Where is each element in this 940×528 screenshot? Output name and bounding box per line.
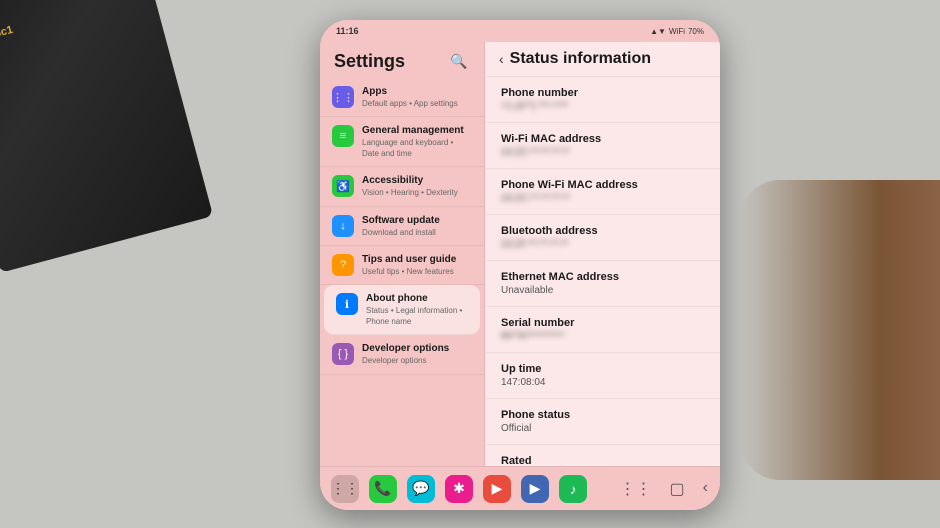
settings-item-icon: ? xyxy=(332,254,354,276)
status-icons: ▲▼ WiFi 70% xyxy=(650,27,704,36)
settings-item-subtitle: Status • Legal information • Phone name xyxy=(366,306,468,327)
settings-item-text: AccessibilityVision • Hearing • Dexterit… xyxy=(362,174,472,198)
settings-item-title: Tips and user guide xyxy=(362,253,472,266)
search-icon[interactable]: 🔍 xyxy=(448,50,470,72)
info-item-label: Ethernet MAC address xyxy=(501,271,704,283)
dock-app-spotify[interactable]: ♪ xyxy=(559,475,587,503)
settings-item-text: General managementLanguage and keyboard … xyxy=(362,124,472,159)
dock-apps: ⋮⋮ 📞 💬 ✱ ▶ ▶ ♪ xyxy=(328,475,590,503)
wifi-icon: WiFi xyxy=(669,27,685,36)
settings-item-text: Developer optionsDeveloper options xyxy=(362,342,472,366)
hand-overlay xyxy=(740,180,940,480)
nav-buttons: ⋮⋮ ▢ ‹ xyxy=(620,479,712,499)
info-item-value: +1 (6**) ***-**** xyxy=(501,101,704,112)
settings-item-apps[interactable]: ⋮⋮ AppsDefault apps • App settings xyxy=(320,78,484,117)
info-item-value: 24:2C:**:**:**:** xyxy=(501,193,704,204)
info-item-value: Unavailable xyxy=(501,285,704,296)
info-item-serial-number: Serial number RF*N********** xyxy=(485,307,720,353)
info-item-up-time: Up time 147:08:04 xyxy=(485,353,720,399)
settings-header: Settings 🔍 xyxy=(320,42,484,78)
info-item-phone-number: Phone number +1 (6**) ***-**** xyxy=(485,77,720,123)
info-item-label: Bluetooth address xyxy=(501,225,704,237)
info-item-ethernet-mac-address: Ethernet MAC address Unavailable xyxy=(485,261,720,307)
phone-device: 11:16 ▲▼ WiFi 70% Settings 🔍 ⋮⋮ AppsDefau… xyxy=(320,20,720,510)
settings-item-text: AppsDefault apps • App settings xyxy=(362,85,472,109)
settings-list: ⋮⋮ AppsDefault apps • App settings ≡ Genera… xyxy=(320,78,484,375)
dock-app-phone[interactable]: 📞 xyxy=(369,475,397,503)
settings-item-icon: ♿ xyxy=(332,175,354,197)
signal-icon: ▲▼ xyxy=(650,27,666,36)
settings-item-subtitle: Download and install xyxy=(362,228,472,238)
settings-item-accessibility[interactable]: ♿ AccessibilityVision • Hearing • Dexteri… xyxy=(320,167,484,206)
info-item-phone-status: Phone status Official xyxy=(485,399,720,445)
info-item-value: 24:2C:**:**:**:** xyxy=(501,147,704,158)
settings-item-text: About phoneStatus • Legal information • … xyxy=(366,292,468,327)
dock-app-video[interactable]: ▶ xyxy=(521,475,549,503)
settings-item-icon: ≡ xyxy=(332,125,354,147)
back-button[interactable]: ‹ xyxy=(499,51,504,67)
nav-home-icon[interactable]: ▢ xyxy=(670,479,685,499)
info-item-label: Phone number xyxy=(501,87,704,99)
info-item-value: 147:08:04 xyxy=(501,377,704,388)
info-item-label: Wi-Fi MAC address xyxy=(501,133,704,145)
settings-item-title: Apps xyxy=(362,85,472,98)
settings-item-subtitle: Developer options xyxy=(362,356,472,366)
settings-item-title: Accessibility xyxy=(362,174,472,187)
settings-item-general-management[interactable]: ≡ General managementLanguage and keyboard… xyxy=(320,117,484,167)
settings-item-text: Software updateDownload and install xyxy=(362,214,472,238)
dock-app-app-grid[interactable]: ⋮⋮ xyxy=(331,475,359,503)
status-bar: 11:16 ▲▼ WiFi 70% xyxy=(320,20,720,42)
info-item-rated: RatedDC 9 V; 2.77 A xyxy=(485,445,720,466)
status-info-panel: ‹ Status information Phone number +1 (6**… xyxy=(485,42,720,466)
info-item-label: Phone Wi-Fi MAC address xyxy=(501,179,704,191)
status-info-title: Status information xyxy=(510,50,651,68)
settings-item-subtitle: Vision • Hearing • Dexterity xyxy=(362,188,472,198)
settings-item-icon: ℹ xyxy=(336,293,358,315)
nav-back-icon[interactable]: ‹ xyxy=(703,479,708,499)
dock-app-messages[interactable]: 💬 xyxy=(407,475,435,503)
settings-panel: Settings 🔍 ⋮⋮ AppsDefault apps • App sett… xyxy=(320,42,485,466)
info-item-bluetooth-address: Bluetooth address 24:2F:**:**:**:** xyxy=(485,215,720,261)
dock-app-youtube[interactable]: ▶ xyxy=(483,475,511,503)
info-item-label: Up time xyxy=(501,363,704,375)
info-item-value: RF*N********** xyxy=(501,331,704,342)
info-item-label: Rated xyxy=(501,455,704,466)
settings-item-developer-options[interactable]: { } Developer optionsDeveloper options xyxy=(320,335,484,374)
info-item-value: 24:2F:**:**:**:** xyxy=(501,239,704,250)
settings-item-subtitle: Default apps • App settings xyxy=(362,99,472,109)
settings-title: Settings xyxy=(334,51,405,72)
status-time: 11:16 xyxy=(336,26,359,36)
nav-grid-icon[interactable]: ⋮⋮ xyxy=(620,479,652,499)
dock-app-bixby[interactable]: ✱ xyxy=(445,475,473,503)
settings-item-title: Software update xyxy=(362,214,472,227)
info-item-wi-fi-mac-address: Wi-Fi MAC address 24:2C:**:**:**:** xyxy=(485,123,720,169)
settings-item-subtitle: Useful tips • New features xyxy=(362,267,472,277)
status-info-header: ‹ Status information xyxy=(485,42,720,77)
settings-item-icon: ⋮⋮ xyxy=(332,86,354,108)
phone-dock: ⋮⋮ 📞 💬 ✱ ▶ ▶ ♪ ⋮⋮ ▢ ‹ xyxy=(320,466,720,510)
settings-item-icon: { } xyxy=(332,343,354,365)
battery-icon: 70% xyxy=(688,27,704,36)
status-info-list: Phone number +1 (6**) ***-**** Wi-Fi MAC a… xyxy=(485,77,720,466)
settings-item-text: Tips and user guideUseful tips • New fea… xyxy=(362,253,472,277)
settings-item-title: About phone xyxy=(366,292,468,305)
settings-item-tips-and-user-guide[interactable]: ? Tips and user guideUseful tips • New fe… xyxy=(320,246,484,285)
info-item-value: Official xyxy=(501,423,704,434)
settings-item-title: General management xyxy=(362,124,472,137)
settings-item-icon: ↓ xyxy=(332,215,354,237)
info-item-label: Serial number xyxy=(501,317,704,329)
phone-content: Settings 🔍 ⋮⋮ AppsDefault apps • App sett… xyxy=(320,42,720,466)
info-item-label: Phone status xyxy=(501,409,704,421)
settings-item-software-update[interactable]: ↓ Software updateDownload and install xyxy=(320,207,484,246)
settings-item-about-phone[interactable]: ℹ About phoneStatus • Legal information •… xyxy=(324,285,480,335)
settings-item-subtitle: Language and keyboard • Date and time xyxy=(362,138,472,159)
settings-item-title: Developer options xyxy=(362,342,472,355)
info-item-phone-wi-fi-mac-address: Phone Wi-Fi MAC address 24:2C:**:**:**:** xyxy=(485,169,720,215)
